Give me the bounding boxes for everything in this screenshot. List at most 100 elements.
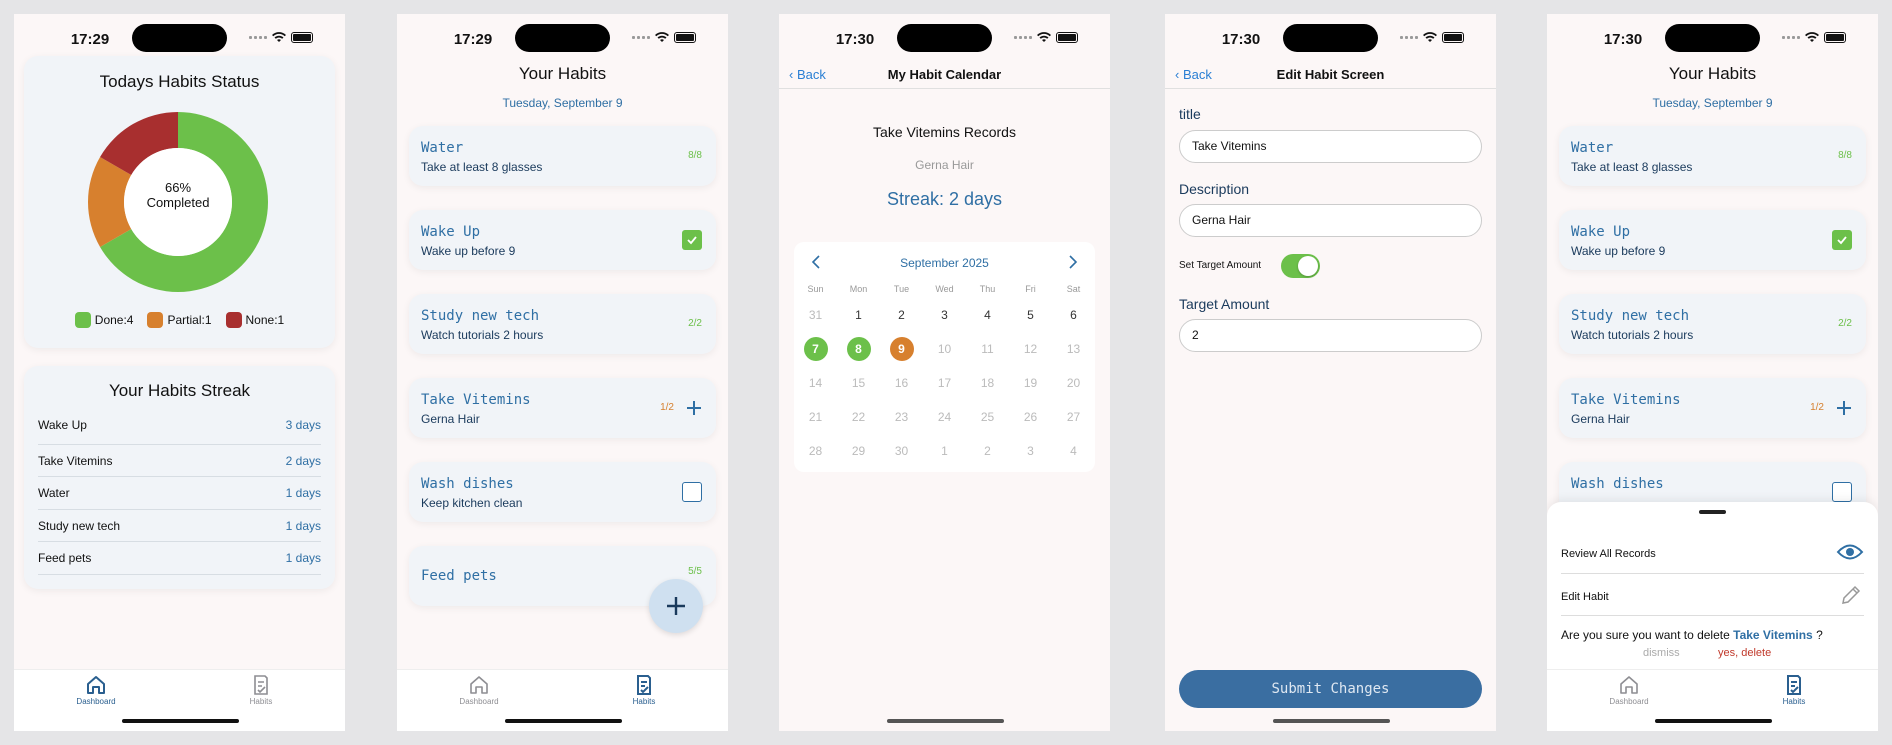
checked-checkbox[interactable] [1832, 230, 1852, 250]
habit-row-study-new-tech[interactable]: Study new tech Watch tutorials 2 hours 2… [409, 294, 716, 354]
add-habit-button[interactable] [649, 579, 703, 633]
edit-habit-row[interactable]: Edit Habit [1561, 574, 1864, 616]
calendar-day[interactable]: 5 [1019, 303, 1043, 327]
status-icons [632, 32, 696, 43]
status-time: 17:29 [453, 31, 493, 48]
habit-row-take-vitemins[interactable]: Take Vitemins Gerna Hair 1/2 [1559, 378, 1866, 438]
streak-name: Water [38, 486, 70, 500]
weekday: Thu [979, 284, 996, 294]
habit-row-wake-up[interactable]: Wake Up Wake up before 9 [409, 210, 716, 270]
habit-row-water[interactable]: Water Take at least 8 glasses 8/8 [409, 126, 716, 186]
calendar-day[interactable]: 2 [890, 303, 914, 327]
streak-label: Streak: 2 days [886, 189, 1003, 209]
legend-label: None:1 [245, 313, 285, 327]
checked-checkbox[interactable] [682, 230, 702, 250]
calendar-day[interactable]: 6 [1062, 303, 1086, 327]
target-toggle-label: Set Target Amount [1179, 260, 1262, 271]
habit-row-wake-up[interactable]: Wake Up Wake up before 9 [1559, 210, 1866, 270]
signal-icon [1782, 36, 1800, 39]
home-icon [87, 676, 105, 694]
tab-dashboard[interactable]: Dashboard [1589, 674, 1669, 706]
habit-name: Wash dishes [421, 476, 514, 492]
habits-screen: 17:29 Your Habits Tuesday, September 9 W… [397, 14, 728, 731]
target-amount-field[interactable]: 2 [1179, 319, 1482, 352]
habit-row-wash-dishes[interactable]: Wash dishes Keep kitchen clean [409, 462, 716, 522]
confirm-delete-button[interactable]: yes, delete [1718, 647, 1771, 659]
calendar-day[interactable]: 1 [847, 303, 871, 327]
habit-desc: Watch tutorials 2 hours [421, 328, 544, 342]
calendar-day[interactable]: 3 [933, 303, 957, 327]
habit-desc: Take at least 8 glasses [421, 160, 543, 174]
calendar-day: 26 [1023, 410, 1038, 424]
description-label: Description [1179, 181, 1250, 197]
tab-label: Dashboard [1609, 697, 1649, 706]
calendar-day-done[interactable]: 8 [846, 337, 871, 361]
nav-bar: ‹ Back Edit Habit Screen [1165, 59, 1496, 89]
battery-icon [674, 32, 696, 43]
status-icons [1014, 32, 1078, 43]
title-field[interactable]: Take Vitemins [1179, 130, 1482, 163]
checklist-icon [1787, 675, 1801, 695]
calendar-day: 4 [1070, 444, 1077, 458]
chevron-right-icon[interactable] [1068, 255, 1078, 269]
calendar-day: 21 [808, 410, 823, 424]
habit-row-take-vitemins[interactable]: Take Vitemins Gerna Hair 1/2 [409, 378, 716, 438]
calendar-day-done[interactable]: 7 [803, 337, 828, 361]
dynamic-island [1283, 24, 1378, 52]
habit-name: Wake Up [1571, 224, 1631, 240]
plus-icon[interactable] [1836, 400, 1852, 416]
unchecked-checkbox[interactable] [682, 482, 702, 502]
habit-desc: Wake up before 9 [421, 244, 516, 258]
streak-list: Wake Up 3 days Take Vitemins 2 days Water 1… [38, 412, 321, 575]
legend-label: Partial:1 [167, 313, 212, 327]
confirm-habit-name: Take Vitemins [1733, 628, 1813, 642]
calendar-day: 28 [808, 444, 823, 458]
calendar-screen: 17:30 ‹ Back My Habit Calendar Take Vite… [779, 14, 1110, 731]
home-icon [1620, 676, 1638, 694]
tab-dashboard[interactable]: Dashboard [439, 674, 519, 706]
dismiss-button[interactable]: dismiss [1643, 647, 1680, 659]
tab-habits[interactable]: Habits [221, 674, 301, 706]
calendar-day[interactable]: 4 [976, 303, 1000, 327]
calendar-day: 31 [808, 308, 823, 322]
unchecked-checkbox[interactable] [1832, 482, 1852, 502]
streak-days: 1 days [285, 518, 321, 533]
calendar-day: 19 [1023, 376, 1038, 390]
nav-title: My Habit Calendar [887, 67, 1002, 82]
nav-title: Edit Habit Screen [1276, 67, 1385, 82]
review-records-row[interactable]: Review All Records [1561, 532, 1864, 574]
habit-count: 2/2 [688, 318, 702, 329]
status-card: Todays Habits Status 66% Completed Done:… [24, 56, 335, 348]
target-amount-toggle[interactable] [1281, 254, 1320, 278]
weekday: Tue [893, 284, 910, 294]
legend-label: Done:4 [94, 313, 134, 327]
tab-dashboard[interactable]: Dashboard [56, 674, 136, 706]
legend-item-partial: Partial:1 [147, 312, 212, 328]
sheet-grabber[interactable] [1699, 510, 1726, 514]
weekday: Wed [935, 284, 954, 294]
month-label: September 2025 [900, 256, 989, 270]
tab-habits[interactable]: Habits [604, 674, 684, 706]
tab-habits[interactable]: Habits [1754, 674, 1834, 706]
submit-changes-button[interactable]: Submit Changes [1179, 670, 1482, 708]
donut-center-text: 66% Completed [83, 180, 273, 210]
status-icons [249, 32, 313, 43]
calendar-day: 18 [980, 376, 995, 390]
habit-desc: Keep kitchen clean [421, 496, 523, 510]
calendar-day-partial[interactable]: 9 [889, 337, 914, 361]
calendar-day: 13 [1066, 342, 1081, 356]
wifi-icon [1037, 32, 1051, 42]
habit-row-water[interactable]: Water Take at least 8 glasses 8/8 [1559, 126, 1866, 186]
habit-row-study-new-tech[interactable]: Study new tech Watch tutorials 2 hours 2… [1559, 294, 1866, 354]
streak-row: Wake Up 3 days [38, 412, 321, 445]
habit-name: Take Vitemins [1571, 392, 1681, 408]
status-bar: 17:30 [779, 14, 1110, 64]
date-label: Tuesday, September 9 [1652, 96, 1773, 110]
calendar-day: 24 [937, 410, 952, 424]
home-indicator [1273, 719, 1390, 723]
dynamic-island [1665, 24, 1760, 52]
calendar-day: 23 [894, 410, 909, 424]
plus-icon[interactable] [686, 400, 702, 416]
weekday-header: Sun Mon Tue Wed Thu Fri Sat [794, 280, 1095, 298]
description-field[interactable]: Gerna Hair [1179, 204, 1482, 237]
